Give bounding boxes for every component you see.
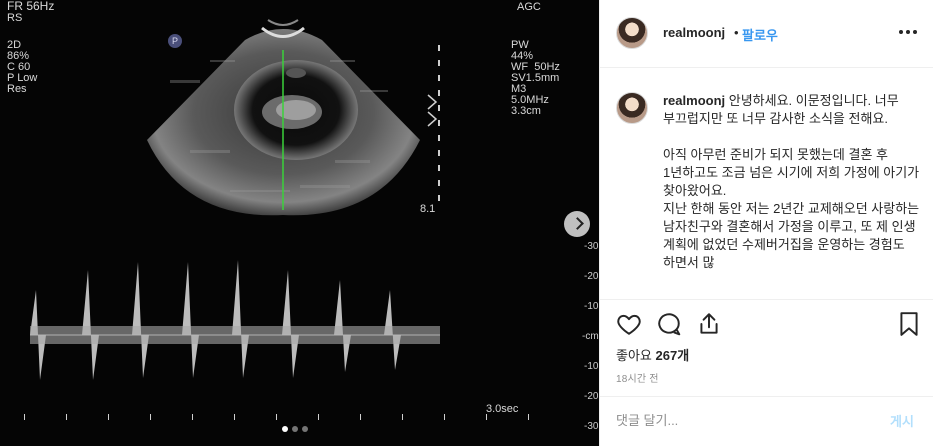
left-params-readout: 2D 86% C 60 P Low Res xyxy=(7,39,38,95)
right-params-readout: PW 44% WF 50Hz SV1.5mm M3 5.0MHz 3.3cm xyxy=(511,39,560,117)
more-options-icon[interactable] xyxy=(899,25,919,39)
comment-button[interactable] xyxy=(656,311,682,337)
scale-label: -10 xyxy=(584,361,599,372)
comment-bubble-icon xyxy=(658,313,681,336)
post-media-ultrasound[interactable]: FR 56Hz RS 2D 86% C 60 P Low Res AGC PW … xyxy=(0,0,599,446)
caption-username[interactable]: realmoonj xyxy=(663,93,725,108)
scale-label: -30 xyxy=(584,241,599,252)
rs-label: RS xyxy=(7,12,23,24)
caption-section: realmoonj 안녕하세요. 이문정입니다. 너무 부끄럽지만 또 너무 감… xyxy=(600,69,933,300)
carousel-indicator xyxy=(282,426,308,432)
post-timestamp[interactable]: 18시간 전 xyxy=(616,370,659,385)
depth-label: 8.1 xyxy=(420,203,436,215)
comment-input[interactable] xyxy=(616,409,866,431)
post-header: realmoonj • 팔로우 xyxy=(600,0,933,68)
caption-text: realmoonj 안녕하세요. 이문정입니다. 너무 부끄럽지만 또 너무 감… xyxy=(663,92,925,272)
bookmark-icon xyxy=(900,312,918,336)
separator-dot: • xyxy=(734,25,739,40)
scale-label: -10 xyxy=(584,301,599,312)
share-icon xyxy=(700,313,718,334)
heart-icon xyxy=(617,314,641,335)
velocity-scale: -30 -20 -10 -cm -10 -20 -30 xyxy=(552,236,599,436)
next-slide-button[interactable] xyxy=(564,211,590,237)
carousel-dot xyxy=(292,426,298,432)
follow-button[interactable]: 팔로우 xyxy=(742,25,778,44)
share-button[interactable] xyxy=(696,311,722,337)
caption-avatar[interactable] xyxy=(616,92,648,124)
post-side-panel: realmoonj • 팔로우 realmoonj 안녕하세요. 이문정입니다.… xyxy=(599,0,933,446)
likes-number: 267개 xyxy=(655,348,690,363)
avatar[interactable] xyxy=(616,17,648,49)
agc-label: AGC xyxy=(517,1,541,13)
scale-label: -20 xyxy=(584,391,599,402)
scale-label: -20 xyxy=(584,271,599,282)
scale-label: -30 xyxy=(584,421,599,432)
scale-label: -cm xyxy=(582,331,599,342)
header-username[interactable]: realmoonj xyxy=(663,25,725,40)
frame-rate-label: FR 56Hz xyxy=(7,0,55,13)
save-button[interactable] xyxy=(896,311,922,337)
carousel-dot xyxy=(302,426,308,432)
comment-form: 게시 xyxy=(600,396,933,446)
ultrasound-image xyxy=(24,19,529,420)
post-comment-button[interactable]: 게시 xyxy=(890,411,914,430)
like-button[interactable] xyxy=(616,311,642,337)
action-bar xyxy=(600,300,933,346)
likes-label: 좋아요 xyxy=(616,348,652,363)
likes-count[interactable]: 좋아요 267개 xyxy=(616,345,689,364)
probe-marker: P xyxy=(168,34,182,48)
time-scale-label: 3.0sec xyxy=(486,403,519,415)
caption-body: 안녕하세요. 이문정입니다. 너무 부끄럽지만 또 너무 감사한 소식을 전해요… xyxy=(663,93,920,270)
carousel-dot-active xyxy=(282,426,288,432)
